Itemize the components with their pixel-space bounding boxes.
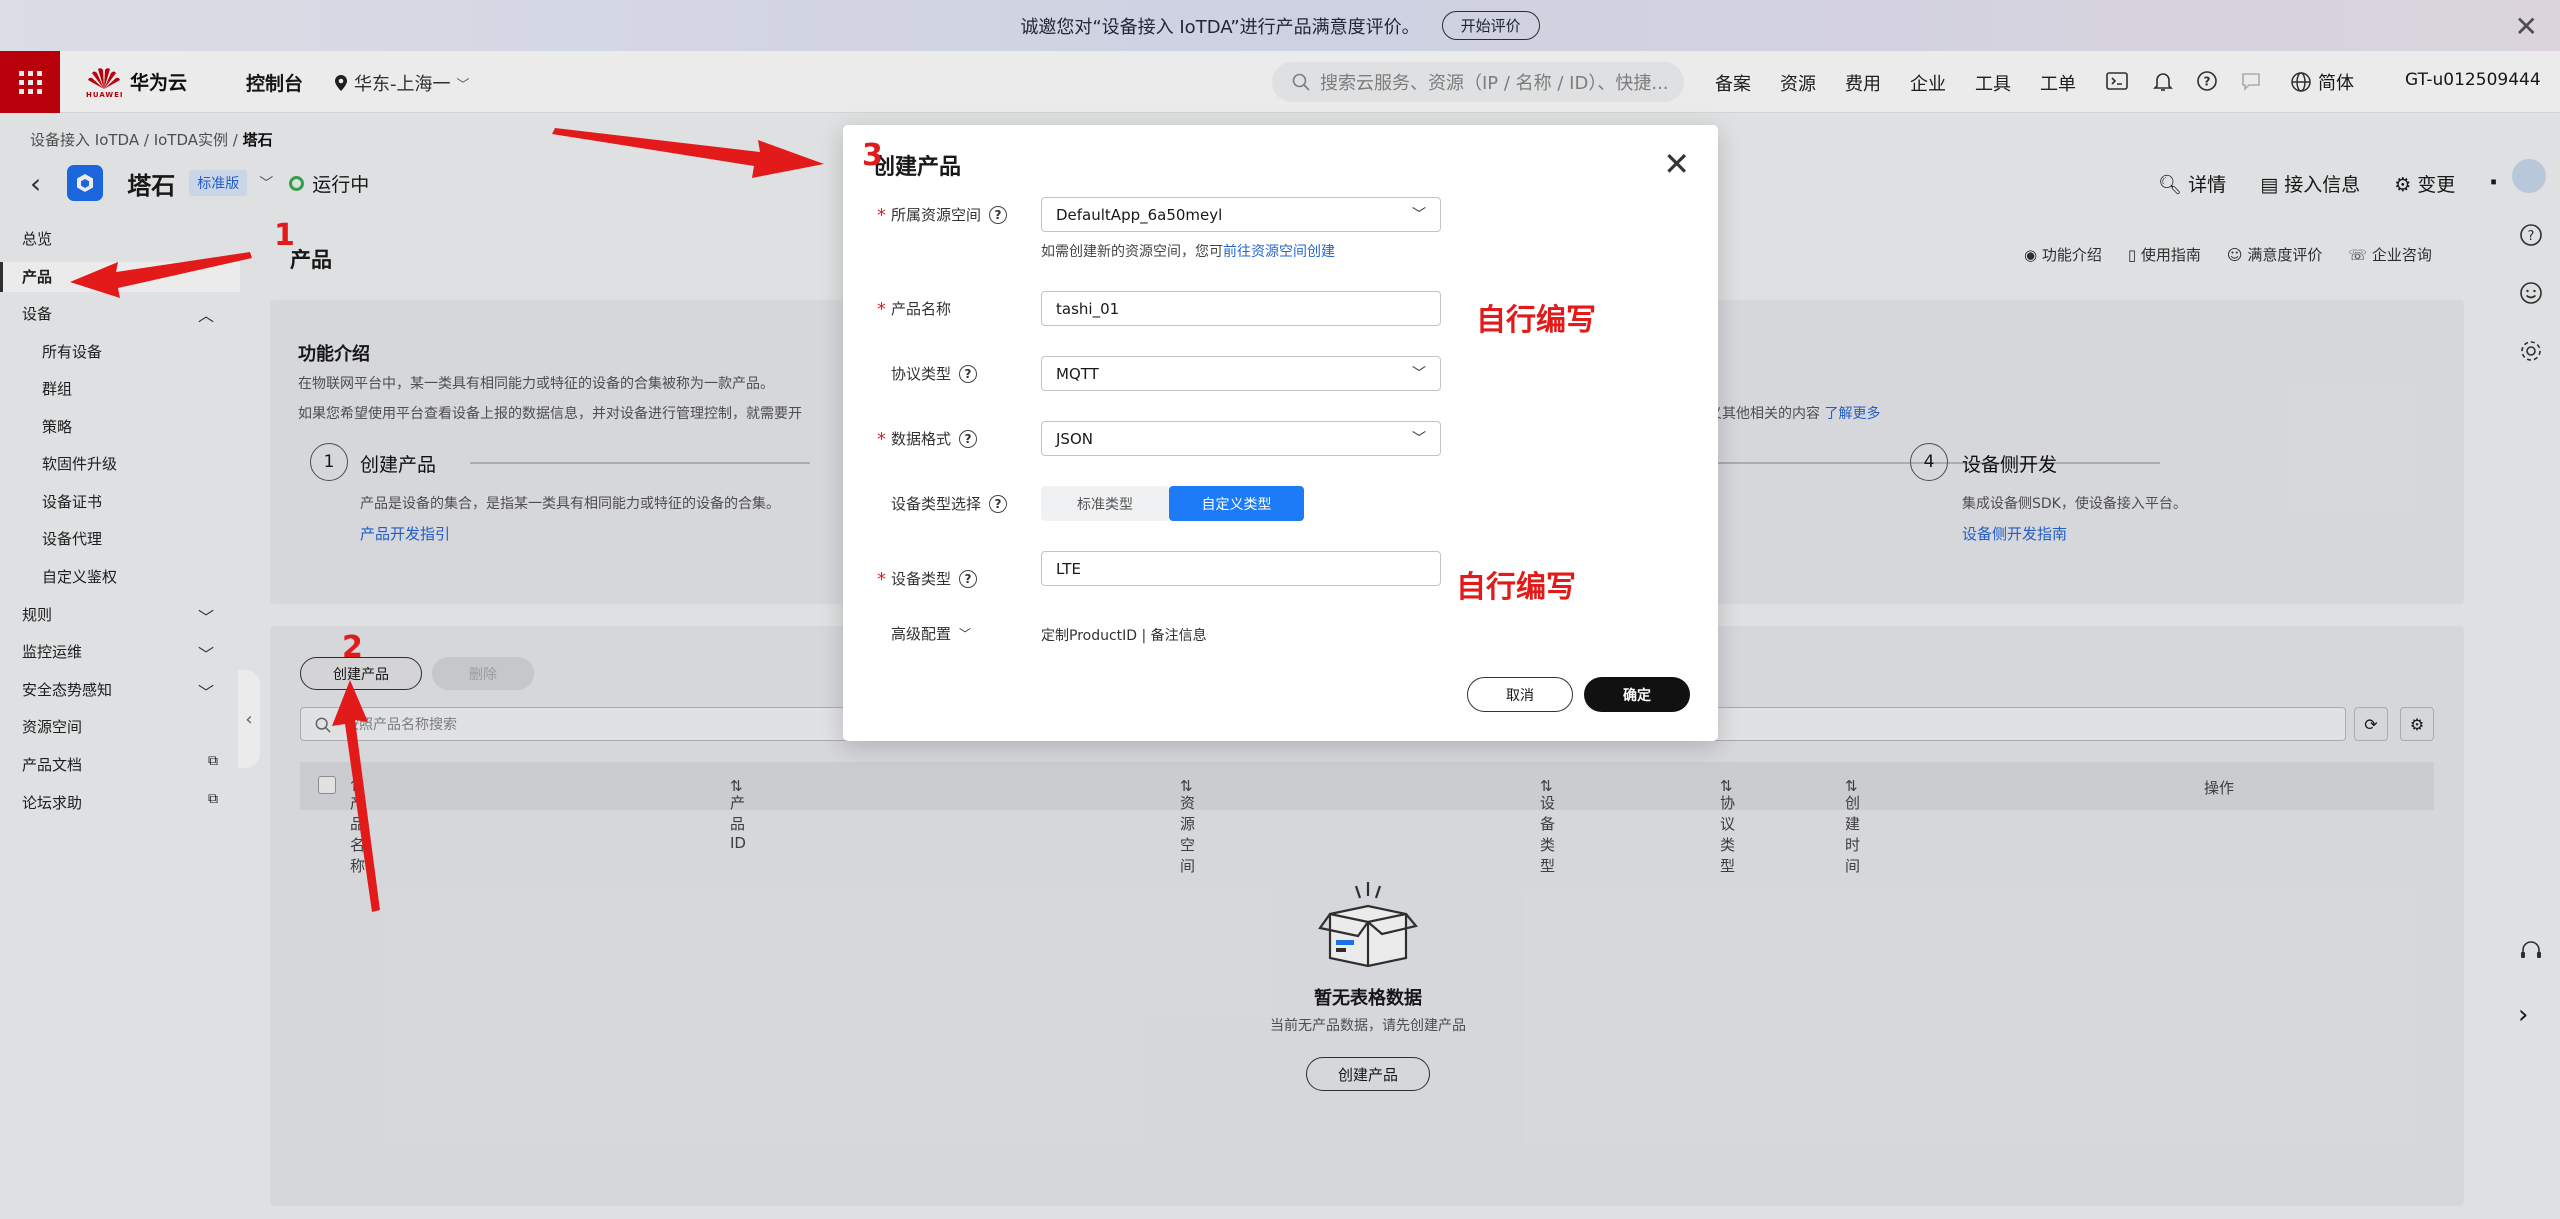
chevron-down-icon: ﹀ (959, 627, 972, 641)
device-type-select-label: 设备类型选择? (891, 493, 1008, 514)
product-name-input[interactable]: tashi_01 (1041, 291, 1441, 326)
hint-text: 如需创建新的资源空间，您可 (1041, 244, 1223, 260)
advanced-config-toggle[interactable]: 高级配置 ﹀ (891, 623, 971, 644)
help-icon[interactable]: ? (959, 569, 978, 588)
protocol-value: MQTT (1056, 364, 1099, 383)
data-format-label-text: 数据格式 (891, 430, 952, 448)
custom-type-option[interactable]: 自定义类型 (1169, 486, 1304, 521)
help-icon[interactable]: ? (989, 494, 1008, 513)
data-format-select[interactable]: JSON ﹀ (1041, 421, 1441, 456)
protocol-select[interactable]: MQTT ﹀ (1041, 356, 1441, 391)
product-name-label: 产品名称 (891, 300, 952, 318)
standard-type-option[interactable]: 标准类型 (1041, 486, 1169, 521)
annotation-note-2: 自行编写 (1456, 570, 1576, 605)
annotation-number-3: 3 (862, 138, 883, 173)
confirm-button[interactable]: 确定 (1584, 677, 1690, 712)
required-marker: * (877, 205, 886, 226)
device-type-input[interactable]: LTE (1041, 551, 1441, 586)
create-product-dialog: 创建产品 ✕ * 所属资源空间? DefaultApp_6a50meyl ﹀ 如需… (843, 125, 1718, 741)
annotation-number-1: 1 (274, 218, 295, 253)
device-type-label: 设备类型? (891, 568, 978, 589)
chevron-down-icon: ﹀ (1412, 366, 1426, 382)
data-format-value: JSON (1056, 429, 1093, 448)
help-icon[interactable]: ? (989, 205, 1008, 224)
resource-space-value: DefaultApp_6a50meyl (1056, 205, 1223, 224)
resource-space-hint: 如需创建新的资源空间，您可前往资源空间创建 (1041, 241, 1335, 261)
data-format-label: 数据格式? (891, 428, 978, 449)
create-resource-space-link[interactable]: 前往资源空间创建 (1223, 244, 1335, 260)
protocol-label-text: 协议类型 (891, 365, 952, 383)
required-marker: * (877, 429, 886, 450)
annotation-note-1: 自行编写 (1476, 303, 1596, 338)
device-type-label-text: 设备类型 (891, 570, 952, 588)
help-icon[interactable]: ? (959, 429, 978, 448)
resource-space-label: 所属资源空间? (891, 204, 1008, 225)
protocol-label: 协议类型? (891, 363, 978, 384)
device-type-segmented: 标准类型 自定义类型 (1041, 486, 1304, 521)
device-type-select-label-text: 设备类型选择 (891, 495, 982, 513)
annotation-number-2: 2 (342, 630, 363, 665)
chevron-down-icon: ﹀ (1412, 431, 1426, 447)
resource-space-select[interactable]: DefaultApp_6a50meyl ﹀ (1041, 197, 1441, 232)
cancel-button[interactable]: 取消 (1467, 677, 1573, 712)
required-marker: * (877, 569, 886, 590)
dialog-title: 创建产品 (873, 155, 962, 180)
resource-space-label-text: 所属资源空间 (891, 206, 982, 224)
close-icon[interactable]: ✕ (1663, 145, 1690, 183)
help-icon[interactable]: ? (959, 364, 978, 383)
advanced-config-label: 高级配置 (891, 625, 952, 643)
chevron-down-icon: ﹀ (1412, 207, 1426, 223)
advanced-config-options[interactable]: 定制ProductID | 备注信息 (1041, 625, 1207, 645)
required-marker: * (877, 299, 886, 320)
